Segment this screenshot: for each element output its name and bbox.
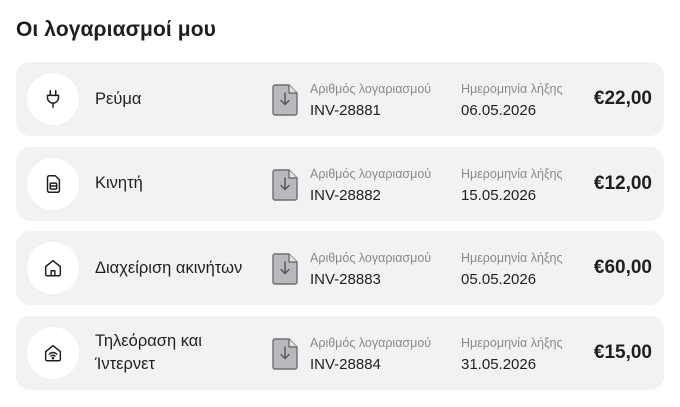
due-date-value: 06.05.2026 [461,102,537,119]
account-number-label: Αριθμός λογαριασμού [310,82,432,96]
page-title: Οι λογαριασμοί μου [16,18,216,41]
due-date-label: Ημερομηνία λήξης [461,82,563,96]
download-document-icon[interactable] [272,253,298,285]
due-date-value: 05.05.2026 [461,271,537,288]
plug-icon [27,73,79,125]
account-number-label: Αριθμός λογαριασμού [310,166,432,181]
account-number-column: Αριθμός λογαριασμού INV-28882 [310,167,431,205]
due-date-label: Ημερομηνία λήξης [461,335,563,350]
bills-list: Ρεύμα Αριθμός λογαριασμού INV-28881 Ημερ… [16,62,664,400]
account-number-value: INV-28883 [310,271,381,288]
due-date-label: Ημερομηνία λήξης [461,251,563,265]
download-document-icon[interactable] [272,84,298,116]
bill-card[interactable]: Τηλεόραση και Ίντερνετ Αριθμός λογαριασμ… [16,315,664,390]
bill-amount: €60,00 [593,257,652,278]
account-number-value: INV-28884 [310,355,381,373]
account-number-label: Αριθμός λογαριασμού [310,251,432,265]
bill-card[interactable]: Ρεύμα Αριθμός λογαριασμού INV-28881 Ημερ… [16,62,664,136]
bill-name: Ρεύμα [95,89,142,108]
download-document-icon[interactable] [272,337,298,370]
due-date-column: Ημερομηνία λήξης 05.05.2026 [461,251,563,289]
account-number-label: Αριθμός λογαριασμού [310,335,432,350]
house-icon [27,242,79,294]
account-number-value: INV-28881 [310,102,381,119]
due-date-column: Ημερομηνία λήξης 15.05.2026 [461,167,563,205]
due-date-column: Ημερομηνία λήξης 06.05.2026 [461,82,563,120]
bill-amount: €15,00 [593,341,652,363]
bill-card[interactable]: Διαχείριση ακινήτων Αριθμός λογαριασμού … [16,231,664,305]
due-date-value: 31.05.2026 [461,355,537,373]
download-document-icon[interactable] [272,168,298,201]
due-date-value: 15.05.2026 [461,186,537,204]
bill-card[interactable]: Κινητή Αριθμός λογαριασμού INV-28882 Ημε… [16,146,664,221]
sim-card-icon [27,157,79,210]
bills-page: Οι λογαριασμοί μου Ρεύμα Αριθμός λογαρια… [0,0,680,407]
due-date-column: Ημερομηνία λήξης 31.05.2026 [461,336,563,374]
bill-amount: €22,00 [593,88,652,109]
bill-name: Διαχείριση ακινήτων [95,258,243,277]
account-number-column: Αριθμός λογαριασμού INV-28881 [310,82,431,120]
account-number-value: INV-28882 [310,186,381,204]
account-number-column: Αριθμός λογαριασμού INV-28884 [310,336,431,374]
account-number-column: Αριθμός λογαριασμού INV-28883 [310,251,431,289]
bill-name: Τηλεόραση και Ίντερνετ [95,331,202,373]
due-date-label: Ημερομηνία λήξης [461,166,563,181]
wifi-router-icon [27,326,79,379]
bill-name: Κινητή [95,174,143,192]
bill-amount: €12,00 [593,172,652,194]
